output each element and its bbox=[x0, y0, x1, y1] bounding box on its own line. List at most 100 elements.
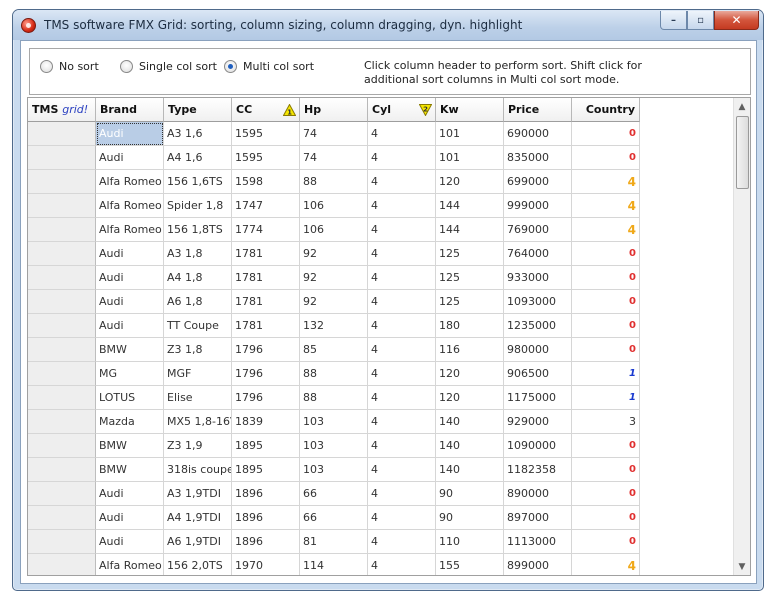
table-row[interactable]: Audi A3 1,9TDI 1896 66 4 90 890000 0 bbox=[28, 482, 640, 506]
cell-kw[interactable]: 144 bbox=[436, 194, 504, 218]
cell-price[interactable]: 1175000 bbox=[504, 386, 572, 410]
cell-hp[interactable]: 103 bbox=[300, 410, 368, 434]
vertical-scrollbar[interactable]: ▲ ▼ bbox=[733, 98, 750, 575]
cell-hp[interactable]: 92 bbox=[300, 242, 368, 266]
cell-brand[interactable]: Audi bbox=[96, 530, 164, 554]
cell-cc[interactable]: 1895 bbox=[232, 458, 300, 482]
row-header-cell[interactable] bbox=[28, 290, 96, 314]
row-header-cell[interactable] bbox=[28, 242, 96, 266]
table-row[interactable]: Audi A4 1,9TDI 1896 66 4 90 897000 0 bbox=[28, 506, 640, 530]
cell-cyl[interactable]: 4 bbox=[368, 170, 436, 194]
cell-country[interactable]: 0 bbox=[572, 122, 640, 146]
cell-cc[interactable]: 1598 bbox=[232, 170, 300, 194]
column-header-type[interactable]: Type bbox=[164, 98, 232, 122]
cell-cyl[interactable]: 4 bbox=[368, 338, 436, 362]
cell-price[interactable]: 835000 bbox=[504, 146, 572, 170]
cell-cc[interactable]: 1796 bbox=[232, 386, 300, 410]
cell-hp[interactable]: 88 bbox=[300, 386, 368, 410]
cell-type[interactable]: A3 1,6 bbox=[164, 122, 232, 146]
cell-type[interactable]: Z3 1,8 bbox=[164, 338, 232, 362]
table-row[interactable]: Alfa Romeo 156 1,6TS 1598 88 4 120 699000 4 bbox=[28, 170, 640, 194]
cell-hp[interactable]: 74 bbox=[300, 122, 368, 146]
column-header-country[interactable]: Country bbox=[572, 98, 640, 122]
row-header-cell[interactable] bbox=[28, 530, 96, 554]
radio-indicator-selected[interactable] bbox=[224, 60, 237, 73]
cell-brand[interactable]: Audi bbox=[96, 242, 164, 266]
cell-type[interactable]: A4 1,6 bbox=[164, 146, 232, 170]
cell-cc[interactable]: 1896 bbox=[232, 530, 300, 554]
scroll-up-icon[interactable]: ▲ bbox=[734, 98, 750, 115]
cell-hp[interactable]: 74 bbox=[300, 146, 368, 170]
cell-kw[interactable]: 125 bbox=[436, 290, 504, 314]
cell-country[interactable]: 0 bbox=[572, 434, 640, 458]
cell-brand[interactable]: Alfa Romeo bbox=[96, 194, 164, 218]
scroll-thumb[interactable] bbox=[736, 116, 749, 189]
cell-brand[interactable]: Mazda bbox=[96, 410, 164, 434]
cell-country[interactable]: 4 bbox=[572, 170, 640, 194]
cell-type[interactable]: A4 1,9TDI bbox=[164, 506, 232, 530]
row-header-cell[interactable] bbox=[28, 266, 96, 290]
column-header-hp[interactable]: Hp bbox=[300, 98, 368, 122]
table-row[interactable]: BMW Z3 1,9 1895 103 4 140 1090000 0 bbox=[28, 434, 640, 458]
cell-type[interactable]: 156 1,8TS bbox=[164, 218, 232, 242]
cell-type[interactable]: A3 1,8 bbox=[164, 242, 232, 266]
cell-hp[interactable]: 92 bbox=[300, 266, 368, 290]
cell-kw[interactable]: 125 bbox=[436, 266, 504, 290]
close-button[interactable]: ✕ bbox=[714, 11, 759, 30]
table-row[interactable]: Audi TT Coupe 1781 132 4 180 1235000 0 bbox=[28, 314, 640, 338]
cell-kw[interactable]: 125 bbox=[436, 242, 504, 266]
cell-kw[interactable]: 101 bbox=[436, 122, 504, 146]
row-header-cell[interactable] bbox=[28, 386, 96, 410]
cell-country[interactable]: 4 bbox=[572, 218, 640, 242]
cell-price[interactable]: 690000 bbox=[504, 122, 572, 146]
cell-cyl[interactable]: 4 bbox=[368, 194, 436, 218]
cell-type[interactable]: Z3 1,9 bbox=[164, 434, 232, 458]
row-header-cell[interactable] bbox=[28, 458, 96, 482]
cell-price[interactable]: 980000 bbox=[504, 338, 572, 362]
cell-brand[interactable]: Audi bbox=[96, 146, 164, 170]
cell-price[interactable]: 933000 bbox=[504, 266, 572, 290]
cell-country[interactable]: 4 bbox=[572, 194, 640, 218]
cell-type[interactable]: TT Coupe bbox=[164, 314, 232, 338]
cell-cc[interactable]: 1839 bbox=[232, 410, 300, 434]
app-icon[interactable] bbox=[21, 18, 36, 33]
table-row[interactable]: Audi A6 1,8 1781 92 4 125 1093000 0 bbox=[28, 290, 640, 314]
cell-kw[interactable]: 110 bbox=[436, 530, 504, 554]
table-row[interactable]: LOTUS Elise 1796 88 4 120 1175000 1 bbox=[28, 386, 640, 410]
cell-kw[interactable]: 155 bbox=[436, 554, 504, 575]
table-row[interactable]: Alfa Romeo 156 1,8TS 1774 106 4 144 769000 4 bbox=[28, 218, 640, 242]
row-header-cell[interactable] bbox=[28, 338, 96, 362]
cell-cc[interactable]: 1895 bbox=[232, 434, 300, 458]
cell-price[interactable]: 1090000 bbox=[504, 434, 572, 458]
column-header-cyl[interactable]: Cyl 2 bbox=[368, 98, 436, 122]
table-row[interactable]: Audi A3 1,6 1595 74 4 101 690000 0 bbox=[28, 122, 640, 146]
cell-cyl[interactable]: 4 bbox=[368, 482, 436, 506]
cell-kw[interactable]: 180 bbox=[436, 314, 504, 338]
cell-country[interactable]: 0 bbox=[572, 290, 640, 314]
cell-type[interactable]: A6 1,9TDI bbox=[164, 530, 232, 554]
cell-price[interactable]: 764000 bbox=[504, 242, 572, 266]
cell-cyl[interactable]: 4 bbox=[368, 362, 436, 386]
cell-country[interactable]: 0 bbox=[572, 338, 640, 362]
cell-hp[interactable]: 114 bbox=[300, 554, 368, 575]
row-header-cell[interactable] bbox=[28, 482, 96, 506]
cell-price[interactable]: 769000 bbox=[504, 218, 572, 242]
cell-hp[interactable]: 81 bbox=[300, 530, 368, 554]
column-header-brand[interactable]: Brand bbox=[96, 98, 164, 122]
cell-kw[interactable]: 140 bbox=[436, 434, 504, 458]
minimize-button[interactable]: – bbox=[660, 11, 687, 30]
cell-cyl[interactable]: 4 bbox=[368, 314, 436, 338]
cell-brand[interactable]: Audi bbox=[96, 266, 164, 290]
cell-cyl[interactable]: 4 bbox=[368, 122, 436, 146]
cell-country[interactable]: 0 bbox=[572, 314, 640, 338]
cell-cc[interactable]: 1896 bbox=[232, 506, 300, 530]
cell-brand[interactable]: Audi bbox=[96, 506, 164, 530]
data-grid[interactable]: TMS grid! Brand Type CC 1 Hp Cyl 2 Kw Price Countr… bbox=[27, 97, 751, 576]
cell-cyl[interactable]: 4 bbox=[368, 266, 436, 290]
cell-hp[interactable]: 106 bbox=[300, 194, 368, 218]
row-header-cell[interactable] bbox=[28, 146, 96, 170]
radio-single-col-sort[interactable]: Single col sort bbox=[120, 60, 217, 73]
cell-price[interactable]: 999000 bbox=[504, 194, 572, 218]
cell-country[interactable]: 0 bbox=[572, 506, 640, 530]
cell-price[interactable]: 897000 bbox=[504, 506, 572, 530]
